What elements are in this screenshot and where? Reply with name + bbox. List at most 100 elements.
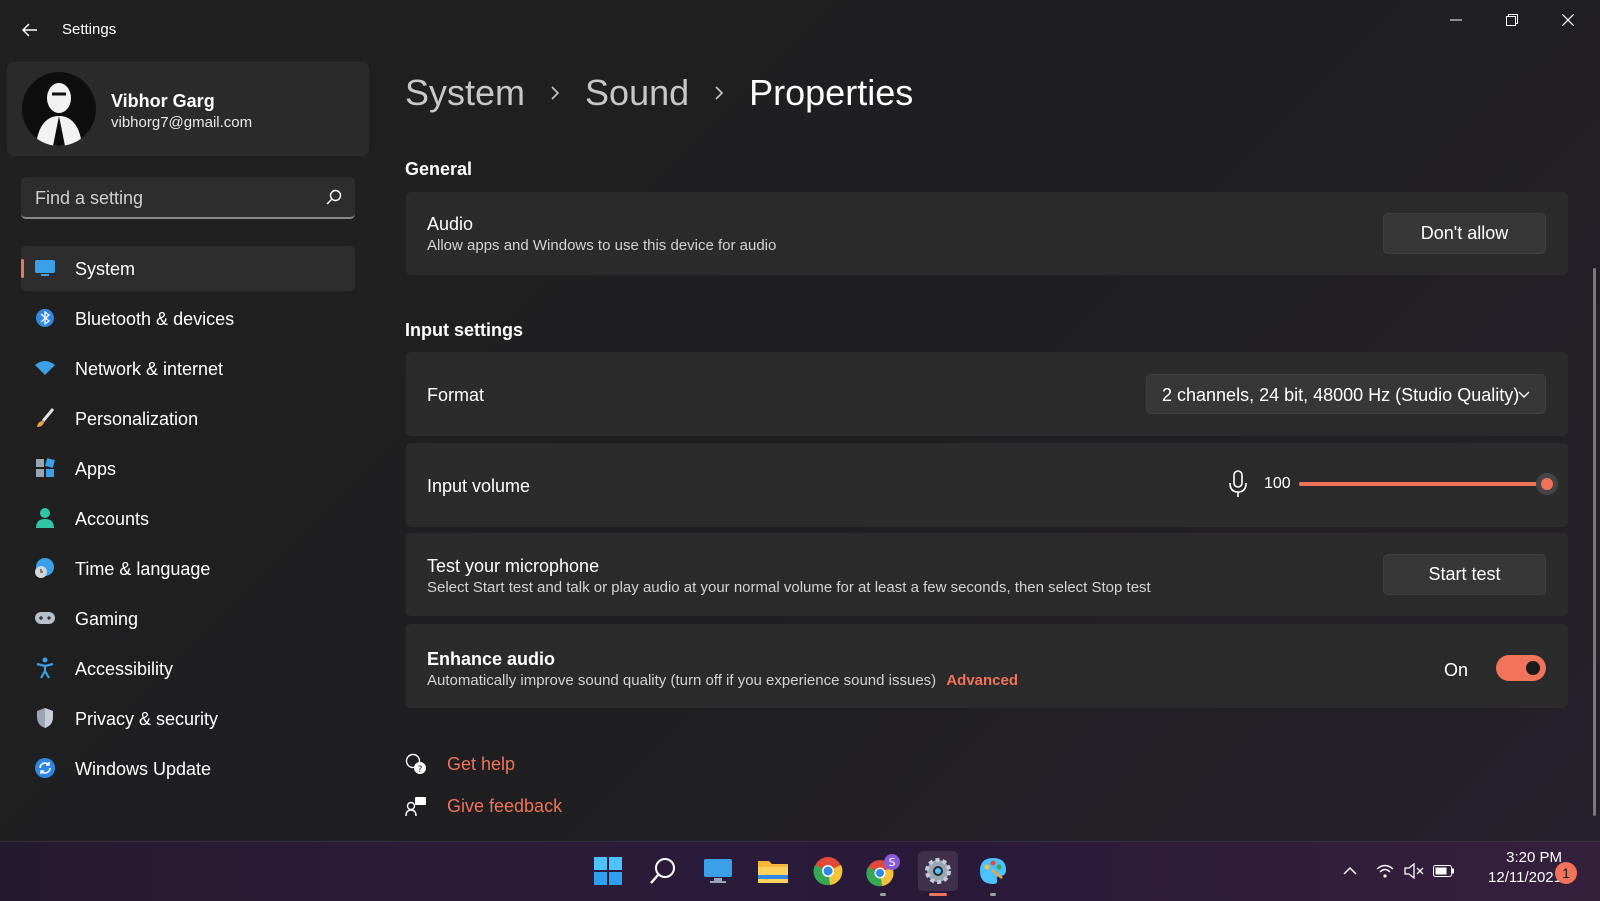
- test-microphone-subtitle: Select Start test and talk or play audio…: [427, 579, 1151, 596]
- close-button[interactable]: [1540, 0, 1596, 40]
- slider-fill: [1299, 482, 1547, 486]
- get-help-link[interactable]: ? Get help: [405, 753, 515, 775]
- clock-date[interactable]: 12/11/2021: [1468, 869, 1562, 886]
- give-feedback-link[interactable]: Give feedback: [405, 795, 562, 817]
- taskbar-chrome[interactable]: [808, 851, 848, 891]
- sidebar-item-label: Network & internet: [75, 359, 224, 379]
- taskbar-desktop[interactable]: [698, 851, 738, 891]
- audio-subtitle: Allow apps and Windows to use this devic…: [427, 237, 777, 254]
- show-hidden-icons-button[interactable]: [1338, 857, 1362, 885]
- page-title: Properties: [749, 72, 914, 113]
- microphone-icon[interactable]: [1226, 469, 1250, 499]
- format-dropdown[interactable]: 2 channels, 24 bit, 48000 Hz (Studio Qua…: [1146, 374, 1546, 414]
- wifi-icon: [34, 357, 56, 379]
- sidebar-item-network[interactable]: Network & internet: [21, 346, 355, 391]
- sidebar-item-bluetooth[interactable]: Bluetooth & devices: [21, 296, 355, 341]
- wifi-icon: [1376, 864, 1394, 878]
- minimize-button[interactable]: [1428, 0, 1484, 40]
- section-general: General: [405, 159, 473, 179]
- sidebar-item-label: Bluetooth & devices: [75, 309, 235, 329]
- taskbar-search[interactable]: [643, 851, 683, 891]
- toggle-knob: [1526, 661, 1540, 675]
- sidebar-item-accounts[interactable]: Accounts: [21, 496, 355, 541]
- active-indicator: [929, 893, 947, 896]
- running-indicator: [990, 893, 996, 896]
- input-volume-slider[interactable]: [1299, 473, 1558, 495]
- format-title: Format: [427, 385, 485, 405]
- start-test-button[interactable]: Start test: [1383, 554, 1546, 595]
- test-microphone-title: Test your microphone: [427, 556, 600, 576]
- taskbar-chrome-profile[interactable]: S: [863, 851, 903, 896]
- start-icon: [594, 857, 622, 885]
- sidebar-item-gaming[interactable]: Gaming: [21, 596, 355, 641]
- sidebar-nav: System Bluetooth & devices Network & int…: [21, 246, 355, 796]
- back-button[interactable]: [14, 14, 46, 46]
- avatar-figure-icon: [36, 83, 82, 146]
- sidebar-item-apps[interactable]: Apps: [21, 446, 355, 491]
- search-icon[interactable]: [325, 188, 343, 206]
- sidebar-item-label: Windows Update: [75, 759, 212, 779]
- enhance-audio-subtitle-row: Automatically improve sound quality (tur…: [427, 672, 1018, 689]
- svg-text:S: S: [889, 856, 896, 869]
- taskbar-settings[interactable]: [918, 851, 958, 896]
- taskbar-paint[interactable]: [973, 851, 1013, 896]
- enhance-audio-toggle[interactable]: [1496, 655, 1546, 681]
- sidebar-item-label: Gaming: [75, 609, 139, 629]
- sidebar-item-personalization[interactable]: Personalization: [21, 396, 355, 441]
- battery-tray-button[interactable]: [1432, 857, 1456, 885]
- settings-window: Settings Vibhor Garg vibhorg7@gmail.com: [0, 0, 1600, 841]
- paint-icon: [980, 858, 1006, 884]
- system-display-icon: [34, 257, 56, 279]
- shield-icon: [34, 707, 56, 729]
- accessibility-icon: [34, 657, 56, 679]
- speaker-muted-icon: [1404, 863, 1424, 879]
- restore-icon: [1506, 14, 1518, 26]
- gamepad-icon: [34, 607, 56, 629]
- close-icon: [1562, 14, 1574, 26]
- avatar: [22, 72, 96, 146]
- profile-card[interactable]: Vibhor Garg vibhorg7@gmail.com: [7, 62, 369, 156]
- globe-clock-icon: [34, 557, 56, 579]
- breadcrumb: System Sound Properties: [405, 72, 913, 114]
- breadcrumb-system[interactable]: System: [405, 72, 525, 114]
- clock-time[interactable]: 3:20 PM: [1482, 849, 1562, 866]
- chevron-right-icon: [707, 81, 731, 105]
- sidebar-item-privacy-security[interactable]: Privacy & security: [21, 696, 355, 741]
- bluetooth-icon: [34, 307, 56, 329]
- breadcrumb-sound[interactable]: Sound: [585, 72, 689, 114]
- desktop-icon: [704, 859, 732, 883]
- sidebar-item-system[interactable]: System: [21, 246, 355, 291]
- sidebar-item-windows-update[interactable]: Windows Update: [21, 746, 355, 791]
- brush-icon: [34, 407, 56, 429]
- file-explorer-icon: [758, 861, 788, 883]
- enhance-audio-state: On: [1443, 660, 1468, 680]
- sidebar-item-accessibility[interactable]: Accessibility: [21, 646, 355, 691]
- volume-tray-button[interactable]: [1402, 857, 1426, 885]
- format-value: 2 channels, 24 bit, 48000 Hz (Studio Qua…: [1162, 385, 1520, 405]
- settings-icon: [925, 858, 951, 884]
- chevron-right-icon: [543, 81, 567, 105]
- sidebar-item-time-language[interactable]: Time & language: [21, 546, 355, 591]
- help-chat-icon: ?: [405, 753, 426, 775]
- profile-email: vibhorg7@gmail.com: [111, 114, 253, 131]
- content-scrollbar[interactable]: [1593, 268, 1596, 816]
- dont-allow-button[interactable]: Don't allow: [1383, 213, 1546, 254]
- slider-thumb[interactable]: [1536, 473, 1558, 495]
- battery-icon: [1433, 865, 1454, 877]
- advanced-link[interactable]: Advanced: [946, 672, 1018, 689]
- network-tray-button[interactable]: [1373, 857, 1397, 885]
- enhance-audio-card: Enhance audio Automatically improve soun…: [406, 624, 1568, 708]
- enhance-audio-title: Enhance audio: [427, 649, 556, 669]
- notification-badge[interactable]: 1: [1555, 862, 1577, 884]
- chrome-icon: [813, 857, 843, 886]
- sidebar-item-label: Accessibility: [75, 659, 174, 679]
- update-icon: [34, 757, 56, 779]
- restore-button[interactable]: [1484, 0, 1540, 40]
- accounts-icon: [34, 507, 56, 529]
- taskbar-file-explorer[interactable]: [753, 851, 793, 891]
- taskbar-start[interactable]: [588, 851, 628, 891]
- sidebar-item-label: Privacy & security: [75, 709, 219, 729]
- search-input[interactable]: [21, 177, 327, 219]
- sidebar-item-label: Apps: [75, 459, 117, 479]
- sidebar-item-label: Time & language: [75, 559, 211, 579]
